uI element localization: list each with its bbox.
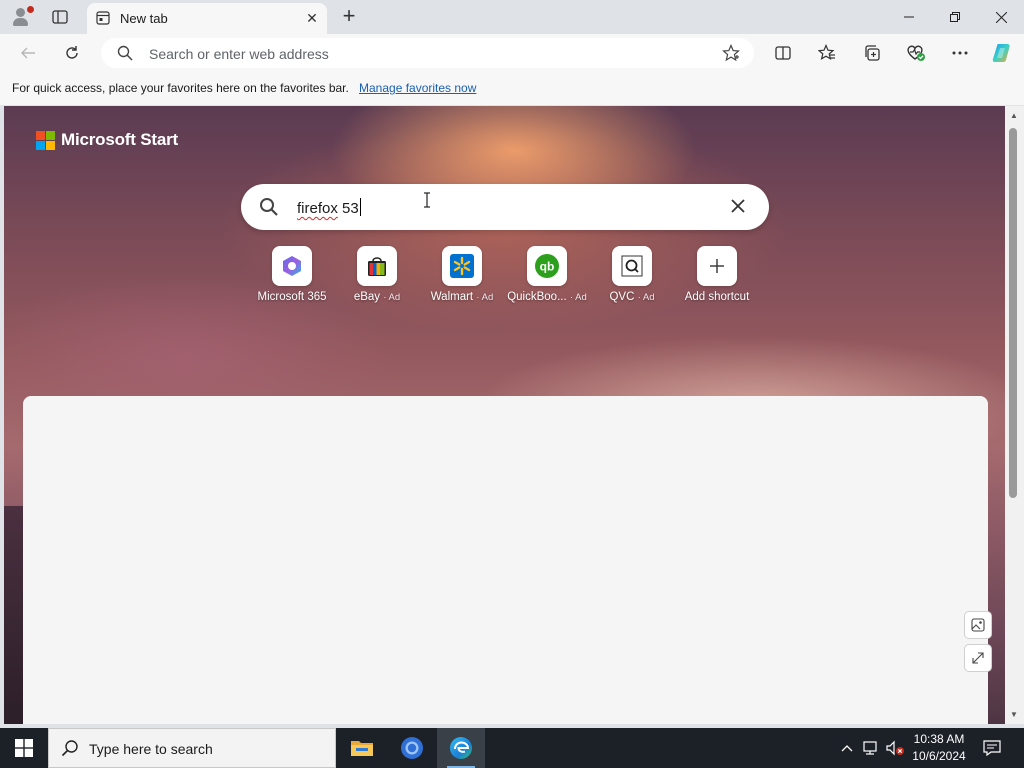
add-shortcut-button[interactable]: Add shortcut [677,246,757,303]
expand-feed-button[interactable] [964,644,992,672]
refresh-button[interactable] [58,39,86,67]
background-image-button[interactable] [964,611,992,639]
search-query-rest: 53 [337,200,359,217]
shortcut-ebay[interactable]: eBay · Ad [337,246,417,303]
qvc-icon [621,255,643,277]
search-icon [259,197,279,220]
favorites-bar-message: For quick access, place your favorites h… [12,81,349,95]
add-favorite-star-icon[interactable] [722,43,740,65]
shortcut-tile [442,246,482,286]
restore-button[interactable] [932,0,978,34]
tab-title: New tab [120,11,168,26]
search-icon [61,739,79,760]
walmart-spark-icon [450,254,474,278]
shortcut-tile [272,246,312,286]
shortcut-label: Microsoft 365 [257,291,327,303]
show-hidden-icons-chevron-icon[interactable] [838,728,856,768]
windows-logo-icon [15,739,33,757]
shortcut-tile [697,246,737,286]
settings-more-icon[interactable] [946,39,974,67]
page-scrollbar[interactable]: ▲ ▼ [1005,106,1024,724]
edge-button[interactable] [437,728,485,768]
browser-essentials-icon[interactable] [902,39,930,67]
shortcut-walmart[interactable]: Walmart · Ad [422,246,502,303]
shortcut-label: Walmart [430,291,474,303]
close-tab-icon[interactable]: ✕ [303,9,321,27]
shortcut-label: Add shortcut [684,291,750,303]
clock-time: 10:38 AM [913,732,965,746]
taskbar-search-box[interactable]: Type here to search [48,728,336,768]
collections-button[interactable] [858,39,886,67]
text-caret [359,198,361,216]
ibeam-cursor-icon [423,192,431,208]
quickbooks-icon: qb [535,254,559,278]
tab-actions-icon[interactable] [48,6,72,28]
misspelled-word: firefox [297,200,338,217]
ad-badge: · Ad [383,292,401,303]
edge-icon [450,737,472,759]
new-tab-button[interactable]: + [338,5,360,27]
ad-badge: · Ad [476,292,494,303]
shortcut-microsoft-365[interactable]: Microsoft 365 [252,246,332,303]
microsoft-365-icon [283,256,301,276]
clear-search-icon[interactable] [729,197,747,218]
manage-favorites-link[interactable]: Manage favorites now [359,81,476,95]
file-explorer-button[interactable] [338,728,386,768]
shortcut-label: eBay [353,291,381,303]
chrome-button[interactable] [388,728,436,768]
taskbar-search-placeholder: Type here to search [89,741,213,757]
address-input[interactable]: Search or enter web address [149,46,329,62]
back-button[interactable] [14,39,42,67]
shortcut-label: QVC [609,291,635,303]
taskbar-clock[interactable]: 10:38 AM 10/6/2024 [908,731,970,765]
shortcut-quickbooks[interactable]: qb QuickBoo... · Ad [507,246,587,303]
shortcut-qvc[interactable]: QVC · Ad [592,246,672,303]
clock-date: 10/6/2024 [912,749,966,763]
scroll-up-icon[interactable]: ▲ [1010,111,1018,120]
search-input[interactable]: firefox 53 [297,198,361,217]
brand-name: Microsoft Start [61,130,178,149]
notifications-icon[interactable] [978,728,1006,768]
network-icon[interactable] [860,728,882,768]
shortcut-label: QuickBoo... [507,291,567,303]
svg-text:qb: qb [540,260,555,274]
tab-new-tab[interactable]: New tab ✕ [87,3,327,34]
profile-avatar-icon[interactable] [9,5,34,29]
plus-icon [710,259,724,273]
ebay-bag-icon [368,257,386,276]
start-button[interactable] [0,728,48,768]
address-bar[interactable]: Search or enter web address [101,38,754,68]
close-window-button[interactable] [978,0,1024,34]
title-bar: New tab ✕ + [0,0,1024,34]
content-feed-panel [23,396,988,724]
image-icon [971,618,985,632]
scrollbar-thumb[interactable] [1009,128,1017,498]
microsoft-logo-icon [36,130,55,150]
shortcut-tile [612,246,652,286]
ad-badge: · Ad [637,292,655,303]
shortcut-tile [357,246,397,286]
microsoft-start-logo[interactable]: Microsoft Start [36,130,178,150]
favorites-bar: For quick access, place your favorites h… [0,72,1024,106]
shortcut-tile: qb [527,246,567,286]
expand-icon [972,652,984,664]
new-tab-page-icon [96,11,110,25]
split-screen-button[interactable] [769,39,797,67]
browser-app-icon [401,737,423,759]
search-icon [117,45,133,64]
navigation-toolbar: Search or enter web address [0,34,1024,72]
copilot-icon[interactable] [988,39,1016,67]
favorites-button[interactable] [813,39,841,67]
windows-taskbar: Type here to search 10:38 AM 10/6/2024 [0,728,1024,768]
web-search-box[interactable]: firefox 53 [241,184,769,230]
ad-badge: · Ad [569,292,587,303]
minimize-button[interactable] [886,0,932,34]
volume-muted-icon[interactable] [884,728,906,768]
file-explorer-icon [351,741,373,756]
new-tab-page: Microsoft Start firefox 53 Microsoft 365… [4,106,1005,724]
scroll-down-icon[interactable]: ▼ [1010,710,1018,719]
